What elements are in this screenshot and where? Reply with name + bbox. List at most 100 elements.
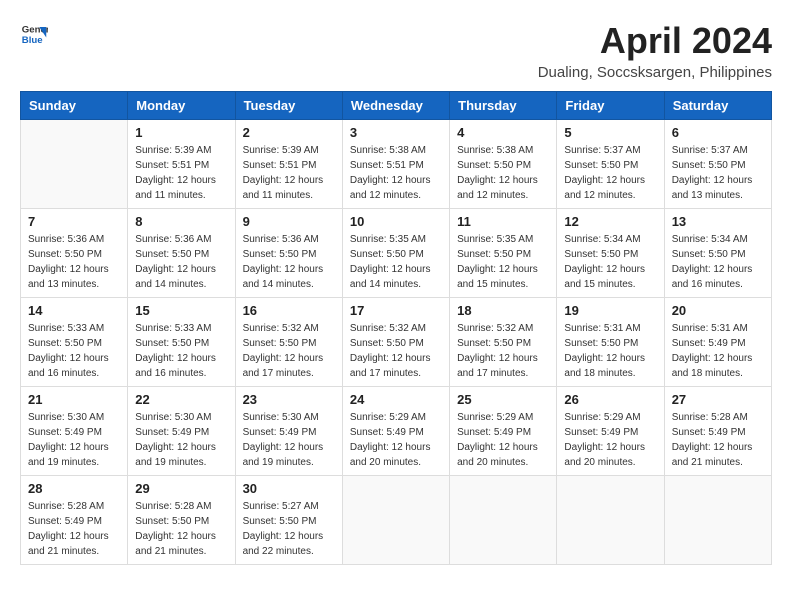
calendar-cell: [450, 476, 557, 565]
day-info: Sunrise: 5:37 AMSunset: 5:50 PMDaylight:…: [564, 143, 656, 203]
day-number: 14: [28, 303, 120, 318]
week-row-3: 14 Sunrise: 5:33 AMSunset: 5:50 PMDayligh…: [21, 298, 772, 387]
logo-icon: General Blue: [20, 20, 48, 48]
day-info: Sunrise: 5:32 AMSunset: 5:50 PMDaylight:…: [457, 321, 549, 381]
day-number: 19: [564, 303, 656, 318]
day-info: Sunrise: 5:29 AMSunset: 5:49 PMDaylight:…: [457, 410, 549, 470]
day-number: 7: [28, 214, 120, 229]
weekday-header-friday: Friday: [557, 92, 664, 120]
day-info: Sunrise: 5:28 AMSunset: 5:50 PMDaylight:…: [135, 499, 227, 559]
day-info: Sunrise: 5:32 AMSunset: 5:50 PMDaylight:…: [243, 321, 335, 381]
calendar-cell: 13 Sunrise: 5:34 AMSunset: 5:50 PMDayligh…: [664, 209, 771, 298]
day-number: 24: [350, 392, 442, 407]
day-info: Sunrise: 5:30 AMSunset: 5:49 PMDaylight:…: [28, 410, 120, 470]
weekday-header-tuesday: Tuesday: [235, 92, 342, 120]
calendar-cell: 3 Sunrise: 5:38 AMSunset: 5:51 PMDaylight…: [342, 120, 449, 209]
calendar-cell: 21 Sunrise: 5:30 AMSunset: 5:49 PMDayligh…: [21, 387, 128, 476]
day-number: 1: [135, 125, 227, 140]
calendar-cell: 7 Sunrise: 5:36 AMSunset: 5:50 PMDaylight…: [21, 209, 128, 298]
day-info: Sunrise: 5:36 AMSunset: 5:50 PMDaylight:…: [28, 232, 120, 292]
calendar-cell: 10 Sunrise: 5:35 AMSunset: 5:50 PMDayligh…: [342, 209, 449, 298]
day-number: 11: [457, 214, 549, 229]
day-number: 21: [28, 392, 120, 407]
day-number: 13: [672, 214, 764, 229]
page-header: General Blue April 2024 Dualing, Soccsks…: [20, 20, 772, 81]
day-number: 9: [243, 214, 335, 229]
day-info: Sunrise: 5:39 AMSunset: 5:51 PMDaylight:…: [135, 143, 227, 203]
day-number: 27: [672, 392, 764, 407]
day-number: 10: [350, 214, 442, 229]
day-info: Sunrise: 5:35 AMSunset: 5:50 PMDaylight:…: [350, 232, 442, 292]
day-number: 18: [457, 303, 549, 318]
day-number: 6: [672, 125, 764, 140]
location: Dualing, Soccsksargen, Philippines: [538, 64, 772, 81]
month-title: April 2024: [538, 20, 772, 62]
day-number: 16: [243, 303, 335, 318]
calendar-cell: 28 Sunrise: 5:28 AMSunset: 5:49 PMDayligh…: [21, 476, 128, 565]
day-info: Sunrise: 5:33 AMSunset: 5:50 PMDaylight:…: [28, 321, 120, 381]
calendar-cell: [342, 476, 449, 565]
day-info: Sunrise: 5:30 AMSunset: 5:49 PMDaylight:…: [243, 410, 335, 470]
weekday-header-row: SundayMondayTuesdayWednesdayThursdayFrid…: [21, 92, 772, 120]
weekday-header-wednesday: Wednesday: [342, 92, 449, 120]
day-info: Sunrise: 5:38 AMSunset: 5:51 PMDaylight:…: [350, 143, 442, 203]
title-block: April 2024 Dualing, Soccsksargen, Philip…: [538, 20, 772, 81]
logo: General Blue: [20, 20, 48, 48]
day-info: Sunrise: 5:35 AMSunset: 5:50 PMDaylight:…: [457, 232, 549, 292]
calendar-cell: 24 Sunrise: 5:29 AMSunset: 5:49 PMDayligh…: [342, 387, 449, 476]
calendar-cell: 16 Sunrise: 5:32 AMSunset: 5:50 PMDayligh…: [235, 298, 342, 387]
weekday-header-thursday: Thursday: [450, 92, 557, 120]
calendar-cell: 8 Sunrise: 5:36 AMSunset: 5:50 PMDaylight…: [128, 209, 235, 298]
calendar-cell: [557, 476, 664, 565]
calendar-cell: 9 Sunrise: 5:36 AMSunset: 5:50 PMDaylight…: [235, 209, 342, 298]
calendar-cell: 19Sunrise: 5:31 AMSunset: 5:50 PMDayligh…: [557, 298, 664, 387]
weekday-header-saturday: Saturday: [664, 92, 771, 120]
day-info: Sunrise: 5:29 AMSunset: 5:49 PMDaylight:…: [350, 410, 442, 470]
day-info: Sunrise: 5:28 AMSunset: 5:49 PMDaylight:…: [28, 499, 120, 559]
day-number: 23: [243, 392, 335, 407]
calendar-cell: [664, 476, 771, 565]
calendar-cell: 11 Sunrise: 5:35 AMSunset: 5:50 PMDayligh…: [450, 209, 557, 298]
calendar-cell: 27 Sunrise: 5:28 AMSunset: 5:49 PMDayligh…: [664, 387, 771, 476]
day-number: 3: [350, 125, 442, 140]
day-info: Sunrise: 5:30 AMSunset: 5:49 PMDaylight:…: [135, 410, 227, 470]
week-row-1: 1 Sunrise: 5:39 AMSunset: 5:51 PMDaylight…: [21, 120, 772, 209]
day-number: 5: [564, 125, 656, 140]
day-number: 2: [243, 125, 335, 140]
week-row-2: 7 Sunrise: 5:36 AMSunset: 5:50 PMDaylight…: [21, 209, 772, 298]
day-number: 8: [135, 214, 227, 229]
weekday-header-sunday: Sunday: [21, 92, 128, 120]
calendar-cell: 20Sunrise: 5:31 AMSunset: 5:49 PMDayligh…: [664, 298, 771, 387]
calendar-cell: 4Sunrise: 5:38 AMSunset: 5:50 PMDaylight…: [450, 120, 557, 209]
day-info: Sunrise: 5:28 AMSunset: 5:49 PMDaylight:…: [672, 410, 764, 470]
day-number: 28: [28, 481, 120, 496]
day-number: 22: [135, 392, 227, 407]
calendar-cell: 22 Sunrise: 5:30 AMSunset: 5:49 PMDayligh…: [128, 387, 235, 476]
week-row-4: 21 Sunrise: 5:30 AMSunset: 5:49 PMDayligh…: [21, 387, 772, 476]
calendar-cell: 26 Sunrise: 5:29 AMSunset: 5:49 PMDayligh…: [557, 387, 664, 476]
calendar-cell: 18 Sunrise: 5:32 AMSunset: 5:50 PMDayligh…: [450, 298, 557, 387]
day-info: Sunrise: 5:36 AMSunset: 5:50 PMDaylight:…: [135, 232, 227, 292]
calendar: SundayMondayTuesdayWednesdayThursdayFrid…: [20, 91, 772, 565]
day-info: Sunrise: 5:32 AMSunset: 5:50 PMDaylight:…: [350, 321, 442, 381]
calendar-cell: [21, 120, 128, 209]
calendar-cell: 23 Sunrise: 5:30 AMSunset: 5:49 PMDayligh…: [235, 387, 342, 476]
calendar-cell: 15Sunrise: 5:33 AMSunset: 5:50 PMDayligh…: [128, 298, 235, 387]
calendar-cell: 29 Sunrise: 5:28 AMSunset: 5:50 PMDayligh…: [128, 476, 235, 565]
calendar-cell: 6 Sunrise: 5:37 AMSunset: 5:50 PMDaylight…: [664, 120, 771, 209]
day-info: Sunrise: 5:34 AMSunset: 5:50 PMDaylight:…: [672, 232, 764, 292]
day-number: 12: [564, 214, 656, 229]
day-info: Sunrise: 5:36 AMSunset: 5:50 PMDaylight:…: [243, 232, 335, 292]
calendar-cell: 25Sunrise: 5:29 AMSunset: 5:49 PMDayligh…: [450, 387, 557, 476]
day-info: Sunrise: 5:31 AMSunset: 5:49 PMDaylight:…: [672, 321, 764, 381]
day-number: 29: [135, 481, 227, 496]
calendar-cell: 14 Sunrise: 5:33 AMSunset: 5:50 PMDayligh…: [21, 298, 128, 387]
day-number: 17: [350, 303, 442, 318]
day-info: Sunrise: 5:37 AMSunset: 5:50 PMDaylight:…: [672, 143, 764, 203]
day-info: Sunrise: 5:29 AMSunset: 5:49 PMDaylight:…: [564, 410, 656, 470]
day-info: Sunrise: 5:38 AMSunset: 5:50 PMDaylight:…: [457, 143, 549, 203]
calendar-cell: 2 Sunrise: 5:39 AMSunset: 5:51 PMDaylight…: [235, 120, 342, 209]
day-number: 26: [564, 392, 656, 407]
day-info: Sunrise: 5:39 AMSunset: 5:51 PMDaylight:…: [243, 143, 335, 203]
day-number: 15: [135, 303, 227, 318]
